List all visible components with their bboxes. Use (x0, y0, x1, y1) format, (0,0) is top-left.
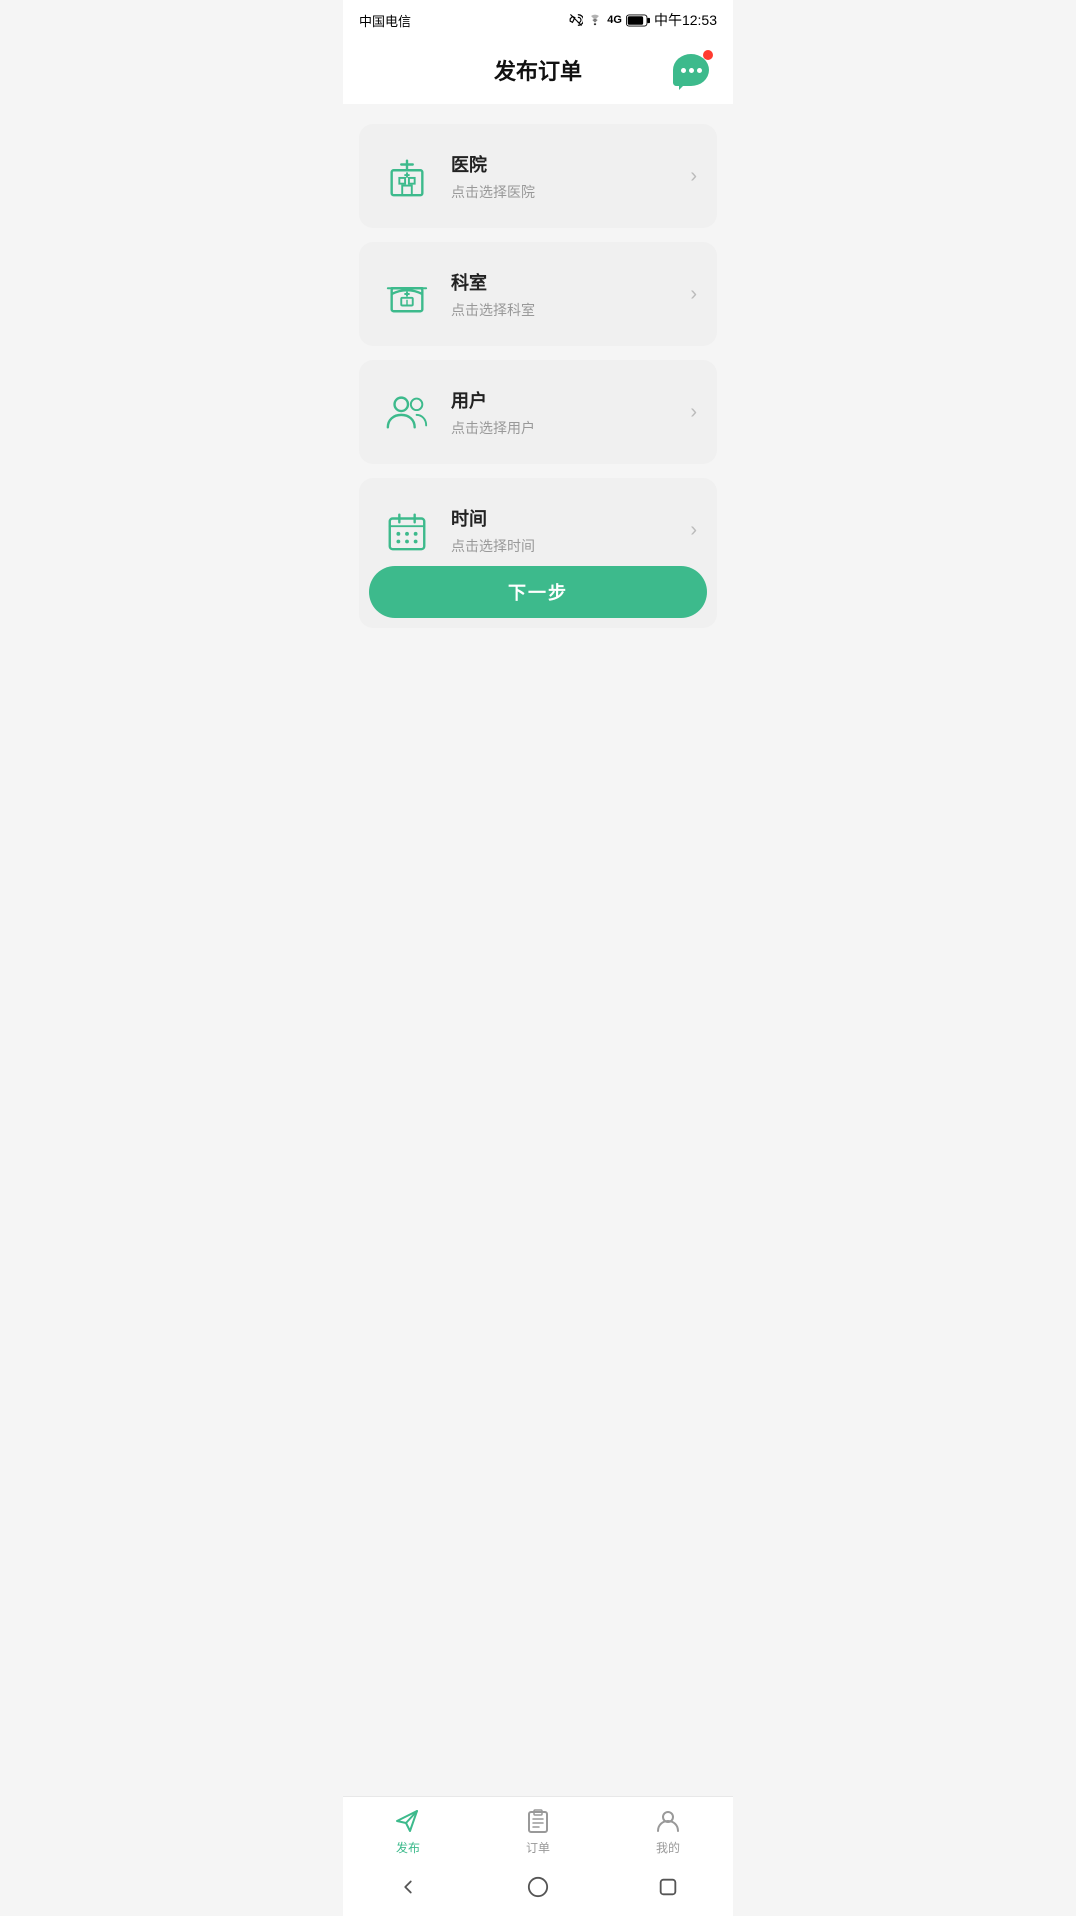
mine-nav-label: 我的 (656, 1839, 680, 1856)
department-card[interactable]: 科室 点击选择科室 › (359, 242, 717, 346)
user-card-subtitle: 点击选择用户 (451, 418, 690, 438)
user-icon (379, 384, 435, 440)
orders-nav-label: 订单 (526, 1839, 550, 1856)
chat-bubble-icon (673, 54, 709, 86)
department-card-title: 科室 (451, 269, 690, 295)
hospital-card-arrow: › (690, 165, 697, 188)
department-card-subtitle: 点击选择科室 (451, 300, 690, 320)
hospital-card-subtitle: 点击选择医院 (451, 182, 690, 202)
recent-button[interactable] (653, 1872, 683, 1902)
chat-dot-2 (689, 68, 694, 73)
nav-item-mine[interactable]: 我的 (603, 1807, 733, 1856)
chat-dot-1 (681, 68, 686, 73)
bottom-nav: 发布 订单 我的 (343, 1796, 733, 1862)
carrier-label: 中国电信 (359, 11, 411, 30)
status-icons: 4G 中午12:53 (569, 10, 717, 30)
department-icon (379, 266, 435, 322)
hospital-card[interactable]: 医院 点击选择医院 › (359, 124, 717, 228)
publish-nav-icon (394, 1807, 422, 1835)
department-card-text: 科室 点击选择科室 (451, 269, 690, 320)
time-card-title: 时间 (451, 505, 690, 531)
department-card-arrow: › (690, 283, 697, 306)
user-card[interactable]: 用户 点击选择用户 › (359, 360, 717, 464)
nav-item-publish[interactable]: 发布 (343, 1807, 473, 1856)
time-card-arrow: › (690, 519, 697, 542)
hospital-card-title: 医院 (451, 151, 690, 177)
chat-notification-badge (703, 50, 713, 60)
network-type: 4G (607, 14, 622, 26)
mute-icon (569, 13, 583, 27)
next-btn-area: 下一步 (369, 566, 707, 618)
time-card-subtitle: 点击选择时间 (451, 536, 690, 556)
status-bar: 中国电信 4G 中午12:53 (343, 0, 733, 36)
orders-nav-icon (524, 1807, 552, 1835)
system-nav-bar (343, 1862, 733, 1916)
wifi-icon (587, 13, 603, 27)
chat-button[interactable] (669, 48, 713, 92)
time-icon (379, 502, 435, 558)
page-header: 发布订单 (343, 36, 733, 104)
time-card-text: 时间 点击选择时间 (451, 505, 690, 556)
user-card-text: 用户 点击选择用户 (451, 387, 690, 438)
hospital-card-text: 医院 点击选择医院 (451, 151, 690, 202)
mine-nav-icon (654, 1807, 682, 1835)
home-button[interactable] (523, 1872, 553, 1902)
publish-nav-label: 发布 (396, 1839, 420, 1856)
nav-item-orders[interactable]: 订单 (473, 1807, 603, 1856)
time-label: 中午12:53 (654, 10, 717, 30)
battery-icon (626, 14, 650, 27)
back-button[interactable] (393, 1872, 423, 1902)
main-content: 医院 点击选择医院 › 科室 点击选择科室 › (343, 104, 733, 1796)
user-card-arrow: › (690, 401, 697, 424)
next-step-button[interactable]: 下一步 (369, 566, 707, 618)
hospital-icon (379, 148, 435, 204)
user-card-title: 用户 (451, 387, 690, 413)
chat-dot-3 (697, 68, 702, 73)
time-card[interactable]: 时间 点击选择时间 › 下一步 (359, 478, 717, 628)
page-title: 发布订单 (494, 54, 582, 86)
